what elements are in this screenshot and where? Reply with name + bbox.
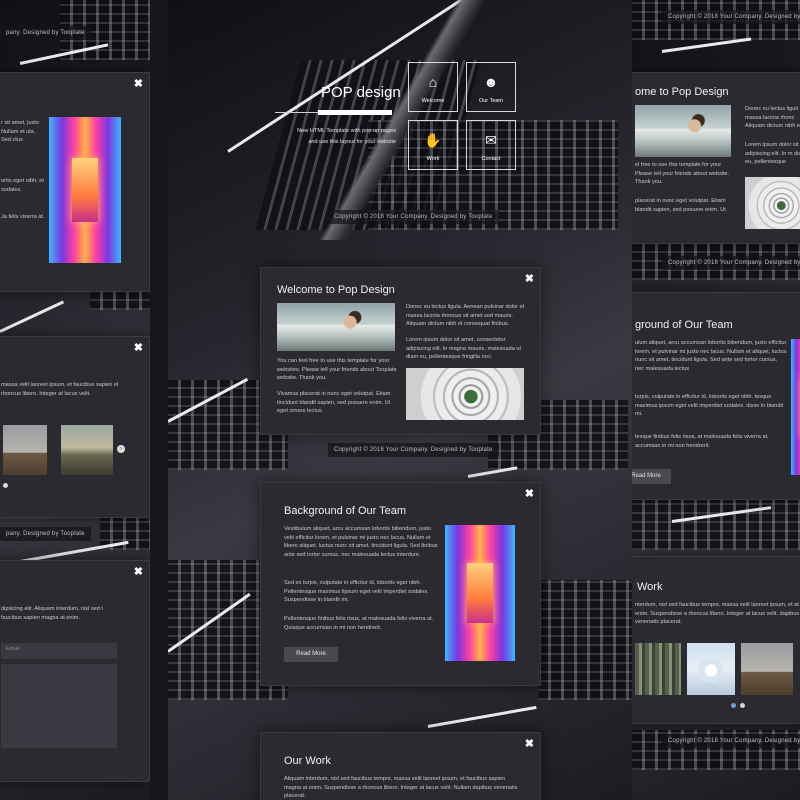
team-paragraph: Vestibulum aliquet, arcu accumsan lobort…: [284, 526, 438, 558]
welcome-paragraph: placerat in nunc eget volutpat. Etiam bl…: [635, 198, 726, 213]
gallery-image[interactable]: [61, 425, 113, 475]
team-paragraph: turpis, vulputate in efficitur id, lobor…: [635, 394, 784, 418]
welcome-modal: ✖ Welcome to Pop Design You can feel fre…: [260, 267, 541, 435]
work-modal-cut: ✖ massa velit laoreet ipsum, et faucibus…: [0, 336, 150, 518]
footer-copyright: Copyright © 2018 Your Company. Designed …: [328, 210, 499, 224]
close-icon[interactable]: ✖: [134, 343, 143, 354]
contact-paragraph: dipiscing elit. Aliquam interdum, nisl s…: [1, 606, 103, 621]
modal-title: Welcome to Pop Design: [277, 284, 395, 296]
footer-copyright: Copyright © 2018 Your Company. Designed …: [662, 256, 800, 270]
work-paragraph: nterdum, nisl sed faucibus tempor, massa…: [635, 602, 800, 626]
nav-label: Work: [426, 156, 440, 162]
welcome-paragraph: Lorem ipsum dolor sit adipiscing elit. I…: [745, 142, 800, 166]
neon-corridor-image: [791, 339, 800, 475]
close-icon[interactable]: ✖: [525, 739, 534, 750]
footer-copyright: Copyright © 2018 Your Company. Designed …: [328, 443, 499, 457]
left-column: pany. Designed by Tooplate pany. Designe…: [0, 0, 150, 800]
read-more-button[interactable]: Read More: [284, 647, 338, 662]
work-paragraph: Aliquam interdum, nisl sed faucibus temp…: [284, 776, 518, 800]
nav-welcome[interactable]: ⌂ Welcome: [408, 62, 458, 112]
close-icon[interactable]: ✖: [525, 274, 534, 285]
spiral-staircase-photo: [406, 368, 524, 420]
welcome-paragraph: Lorem ipsum dolor sit amet, consectetur …: [406, 337, 522, 361]
car-photo: [277, 303, 395, 351]
modal-title: ome to Pop Design: [635, 86, 729, 98]
contact-modal-cut: ✖ dipiscing elit. Aliquam interdum, nisl…: [0, 560, 150, 782]
read-more-button[interactable]: Read More: [632, 469, 671, 484]
welcome-paragraph: Donec eu lectus liguli massa lacinia rho…: [745, 106, 800, 130]
work-paragraph: massa velit laoreet ipsum, et faucibus s…: [1, 382, 119, 397]
team-modal-cut: ground of Our Team ulum aliquet, arcu ac…: [632, 292, 800, 500]
gallery-image[interactable]: [687, 643, 735, 695]
work-modal: ✖ Our Work Aliquam interdum, nisl sed fa…: [260, 732, 541, 800]
carousel-dot-active[interactable]: [731, 703, 736, 708]
team-paragraph: Ja felis viverra at.: [1, 214, 45, 220]
nav-label: Our Team: [478, 98, 504, 104]
welcome-paragraph: Vivamus placerat in nunc eget volutpat. …: [277, 391, 391, 415]
spiral-staircase-photo: [745, 177, 800, 229]
welcome-paragraph: Donec eu lectus ligula. Aenean pulvinar …: [406, 304, 525, 328]
footer-copyright: pany. Designed by Tooplate: [0, 26, 91, 40]
nav-work[interactable]: ✋ Work: [408, 120, 458, 170]
welcome-modal-cut: ome to Pop Design el free to use this te…: [632, 72, 800, 244]
carousel-dot[interactable]: [740, 703, 745, 708]
chat-icon: ✉: [485, 132, 497, 148]
gallery-image[interactable]: [741, 643, 793, 695]
neon-corridor-image: [445, 525, 515, 661]
team-paragraph: r sit amet, justo Nullam et ula. Sed ctu…: [1, 120, 39, 144]
team-modal: ✖ Background of Our Team Vestibulum aliq…: [260, 482, 541, 686]
right-column: Copyright © 2018 Your Company. Designed …: [632, 0, 800, 800]
team-paragraph: tesque finibus felis risus, at malesuada…: [635, 434, 769, 449]
gallery-image[interactable]: [3, 425, 47, 475]
modal-title: ground of Our Team: [635, 319, 733, 331]
modal-title: Our Work: [284, 755, 331, 767]
message-field[interactable]: [1, 664, 117, 748]
modal-title: Background of Our Team: [284, 505, 407, 517]
close-icon[interactable]: ✖: [134, 79, 143, 90]
email-field[interactable]: Email: [1, 643, 117, 659]
footer-copyright: Copyright © 2018 Your Company. Designed …: [662, 10, 800, 24]
modal-title: Work: [637, 581, 663, 593]
footer-copyright: pany. Designed by Tooplate: [0, 527, 91, 541]
team-paragraph: Sed ex turpis, vulputate in efficitur id…: [284, 580, 429, 604]
handshake-icon: ✋: [424, 132, 442, 148]
center-column: POP design New HTML Template with pop up…: [168, 0, 632, 800]
hero-tagline: New HTML Template with pop up pages: [297, 128, 396, 134]
carousel-dot[interactable]: [3, 483, 8, 488]
users-icon: ☻: [483, 74, 499, 90]
footer-copyright: Copyright © 2018 Your Company. Designed …: [662, 734, 800, 748]
gallery-image[interactable]: [635, 643, 681, 695]
close-icon[interactable]: ✖: [134, 567, 143, 578]
home-icon: ⌂: [428, 74, 438, 90]
title-underline-thin: [275, 112, 318, 113]
team-paragraph: ortis eget nibh. et sodales.: [1, 178, 44, 193]
title-underline: [318, 110, 392, 115]
nav-label: Contact: [481, 156, 501, 162]
hero-title: POP design: [321, 84, 401, 101]
hero-tagline: and use this layout for your website: [308, 139, 396, 145]
team-paragraph: ulum aliquet, arcu accumsan lobortis bib…: [635, 340, 787, 372]
team-paragraph: Pellentesque finibus felis risus, at mal…: [284, 616, 434, 631]
nav-contact[interactable]: ✉ Contact: [466, 120, 516, 170]
work-modal-cut: Work nterdum, nisl sed faucibus tempor, …: [632, 556, 800, 724]
nav-our-team[interactable]: ☻ Our Team: [466, 62, 516, 112]
chevron-right-icon[interactable]: ›: [117, 445, 125, 453]
car-photo: [635, 105, 731, 157]
welcome-paragraph: el free to use this template for your Pl…: [635, 162, 730, 186]
team-modal-cut: ✖ r sit amet, justo Nullam et ula. Sed c…: [0, 72, 150, 292]
neon-corridor-image: [49, 117, 121, 263]
close-icon[interactable]: ✖: [525, 489, 534, 500]
welcome-paragraph: You can feel free to use this template f…: [277, 358, 397, 382]
nav-label: Welcome: [421, 98, 445, 104]
